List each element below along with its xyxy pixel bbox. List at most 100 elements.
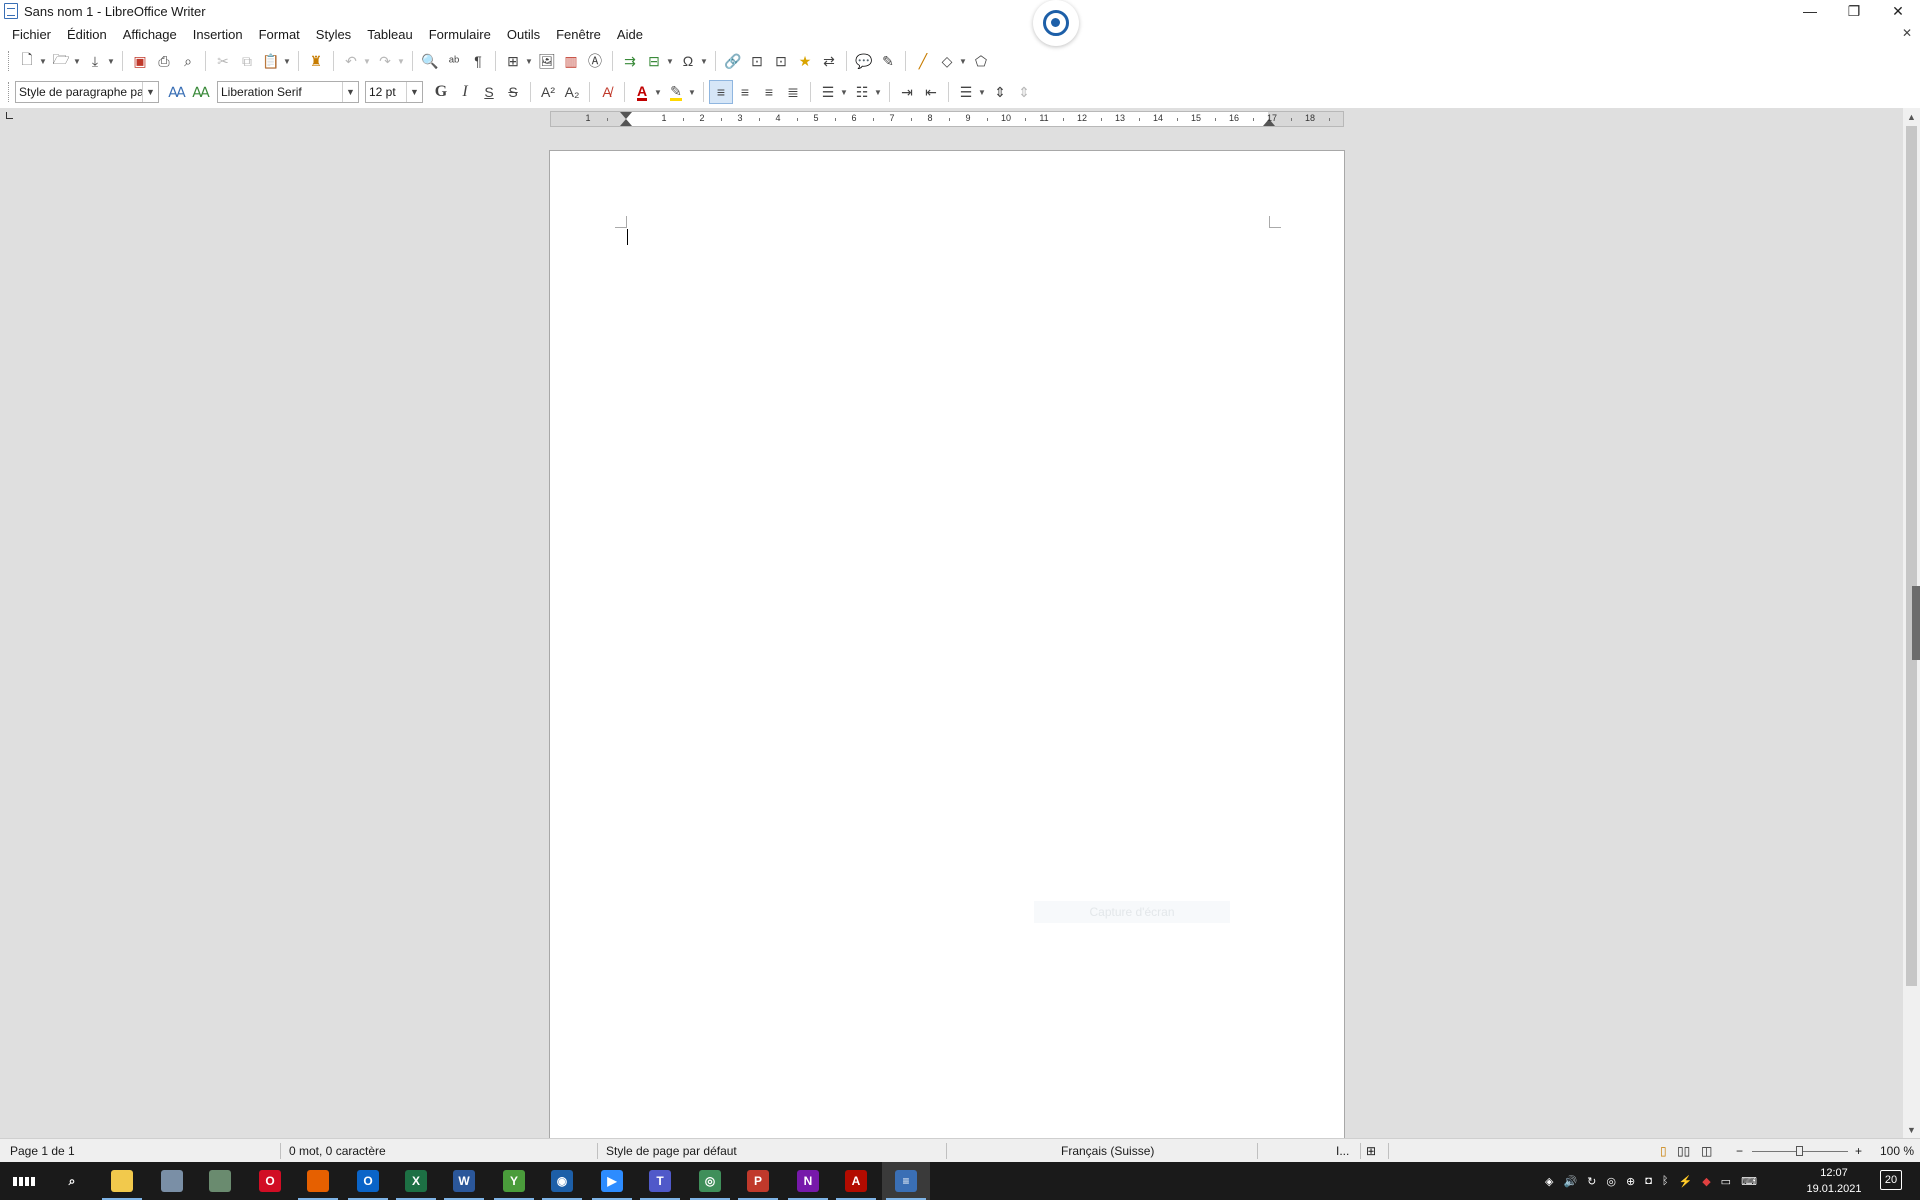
horizontal-ruler[interactable]: 1 1 2 3 4 5 6 7 8 9 10 11 12 13 14 15 16 17 18 bbox=[550, 111, 1344, 127]
open-folder-icon[interactable]: 🗁 bbox=[49, 49, 73, 73]
find-replace-icon[interactable]: 🔍 bbox=[418, 49, 442, 73]
menu-edition[interactable]: Édition bbox=[59, 27, 115, 42]
new-document-icon[interactable]: 🗋 bbox=[15, 49, 39, 73]
book-view-icon[interactable]: ◫ bbox=[1701, 1144, 1712, 1158]
scroll-up-icon[interactable]: ▲ bbox=[1903, 108, 1920, 125]
font-color-icon[interactable]: A bbox=[630, 80, 654, 104]
menu-insertion[interactable]: Insertion bbox=[185, 27, 251, 42]
tray-app-icon[interactable]: ⚡ bbox=[1678, 1175, 1692, 1188]
chevron-down-icon[interactable]: ▼ bbox=[700, 57, 710, 66]
taskbar-app-zoom[interactable]: ▶ bbox=[588, 1162, 636, 1200]
taskbar-app-opera[interactable]: O bbox=[246, 1162, 294, 1200]
taskbar-app-red-doc-app[interactable]: P bbox=[734, 1162, 782, 1200]
menu-format[interactable]: Format bbox=[251, 27, 308, 42]
endnote-icon[interactable]: ⊡ bbox=[769, 49, 793, 73]
chevron-down-icon[interactable]: ▼ bbox=[840, 88, 850, 97]
font-name-select[interactable]: Liberation Serif ▼ bbox=[217, 81, 359, 103]
save-icon[interactable]: ⤓ bbox=[83, 49, 107, 73]
tray-app-icon[interactable]: ⌨ bbox=[1741, 1175, 1757, 1188]
font-size-select[interactable]: 12 pt ▼ bbox=[365, 81, 423, 103]
network-icon[interactable]: ⊕ bbox=[1626, 1175, 1635, 1188]
insert-page-break-icon[interactable]: ⇉ bbox=[618, 49, 642, 73]
zoom-slider-knob[interactable] bbox=[1796, 1146, 1803, 1156]
tray-app-icon[interactable]: ◘ bbox=[1645, 1175, 1652, 1187]
menu-aide[interactable]: Aide bbox=[609, 27, 651, 42]
cut-icon[interactable]: ✂ bbox=[211, 49, 235, 73]
notifications-button[interactable]: 20 bbox=[1880, 1170, 1902, 1190]
scroll-down-icon[interactable]: ▼ bbox=[1903, 1121, 1920, 1138]
close-button[interactable]: ✕ bbox=[1876, 0, 1920, 22]
chevron-down-icon[interactable]: ▼ bbox=[406, 82, 422, 102]
chevron-down-icon[interactable]: ▼ bbox=[39, 57, 49, 66]
comment-icon[interactable]: 💬 bbox=[852, 49, 876, 73]
superscript-icon[interactable]: A² bbox=[536, 80, 560, 104]
draw-functions-icon[interactable]: ⬠ bbox=[969, 49, 993, 73]
justify-icon[interactable]: ≣ bbox=[781, 80, 805, 104]
insert-chart-icon[interactable]: ▥ bbox=[559, 49, 583, 73]
taskbar-app-paint[interactable] bbox=[148, 1162, 196, 1200]
highlight-color-icon[interactable]: ✎ bbox=[664, 80, 688, 104]
taskbar-app-file-explorer[interactable] bbox=[98, 1162, 146, 1200]
undo-icon[interactable]: ↶ bbox=[339, 49, 363, 73]
security-icon[interactable]: ◆ bbox=[1702, 1175, 1710, 1188]
line-icon[interactable]: ╱ bbox=[911, 49, 935, 73]
insert-field-icon[interactable]: ⊟ bbox=[642, 49, 666, 73]
chevron-down-icon[interactable]: ▼ bbox=[342, 82, 358, 102]
chevron-down-icon[interactable]: ▼ bbox=[397, 57, 407, 66]
underline-button[interactable]: S bbox=[477, 80, 501, 104]
chevron-down-icon[interactable]: ▼ bbox=[959, 57, 969, 66]
scroll-thumb[interactable] bbox=[1906, 126, 1917, 986]
taskbar-app-green-app[interactable]: Y bbox=[490, 1162, 538, 1200]
text-language[interactable]: Français (Suisse) bbox=[1061, 1144, 1154, 1158]
taskbar-app-firefox[interactable] bbox=[294, 1162, 342, 1200]
align-left-icon[interactable]: ≡ bbox=[709, 80, 733, 104]
toolbar-grip[interactable] bbox=[8, 82, 11, 102]
first-line-indent-marker[interactable] bbox=[620, 112, 632, 119]
italic-button[interactable]: I bbox=[453, 80, 477, 104]
chevron-down-icon[interactable]: ▼ bbox=[142, 82, 158, 102]
toolbar-grip[interactable] bbox=[8, 51, 11, 71]
increase-paragraph-spacing-icon[interactable]: ⇕ bbox=[988, 80, 1012, 104]
basic-shapes-icon[interactable]: ◇ bbox=[935, 49, 959, 73]
document-page[interactable]: Capture d'écran bbox=[549, 150, 1345, 1140]
tray-app-icon[interactable]: ◎ bbox=[1606, 1175, 1616, 1188]
chevron-down-icon[interactable]: ▼ bbox=[107, 57, 117, 66]
tab-stop-type-icon[interactable] bbox=[6, 112, 13, 119]
page-count[interactable]: Page 1 de 1 bbox=[10, 1144, 75, 1158]
insert-image-icon[interactable]: 🖼 bbox=[535, 49, 559, 73]
bookmark-icon[interactable]: ★ bbox=[793, 49, 817, 73]
menu-styles[interactable]: Styles bbox=[308, 27, 359, 42]
selection-mode-icon[interactable]: ⊞ bbox=[1366, 1144, 1376, 1158]
left-indent-marker[interactable] bbox=[620, 119, 632, 126]
zoom-level[interactable]: 100 % bbox=[1880, 1144, 1914, 1158]
decrease-indent-icon[interactable]: ⇤ bbox=[919, 80, 943, 104]
line-spacing-icon[interactable]: ☰ bbox=[954, 80, 978, 104]
menu-outils[interactable]: Outils bbox=[499, 27, 548, 42]
menu-fenetre[interactable]: Fenêtre bbox=[548, 27, 609, 42]
export-pdf-icon[interactable]: ▣ bbox=[128, 49, 152, 73]
strikethrough-button[interactable]: S bbox=[501, 80, 525, 104]
copy-icon[interactable]: ⧉ bbox=[235, 49, 259, 73]
spelling-icon[interactable]: ᵃᵇ bbox=[442, 49, 466, 73]
volume-icon[interactable]: 🔊 bbox=[1563, 1175, 1577, 1188]
single-page-view-icon[interactable]: ▯ bbox=[1660, 1144, 1667, 1158]
taskbar-app-browser[interactable]: ◎ bbox=[686, 1162, 734, 1200]
paste-icon[interactable]: 📋 bbox=[259, 49, 283, 73]
new-style-icon[interactable]: Ꜳ bbox=[189, 80, 213, 104]
chevron-down-icon[interactable]: ▼ bbox=[874, 88, 884, 97]
redo-icon[interactable]: ↷ bbox=[373, 49, 397, 73]
menu-formulaire[interactable]: Formulaire bbox=[421, 27, 499, 42]
taskbar-app-excel[interactable]: X bbox=[392, 1162, 440, 1200]
taskbar-app-onenote[interactable]: N bbox=[784, 1162, 832, 1200]
paragraph-style-select[interactable]: Style de paragraphe par défaut ▼ bbox=[15, 81, 159, 103]
word-count[interactable]: 0 mot, 0 caractère bbox=[289, 1144, 386, 1158]
minimize-button[interactable]: — bbox=[1788, 0, 1832, 22]
track-changes-icon[interactable]: ✎ bbox=[876, 49, 900, 73]
unordered-list-icon[interactable]: ☰ bbox=[816, 80, 840, 104]
taskbar-app-windows-start[interactable] bbox=[0, 1162, 48, 1200]
print-icon[interactable]: ⎙ bbox=[152, 49, 176, 73]
ordered-list-icon[interactable]: ☷ bbox=[850, 80, 874, 104]
clear-formatting-icon[interactable]: A̸ bbox=[595, 80, 619, 104]
decrease-paragraph-spacing-icon[interactable]: ⇕ bbox=[1012, 80, 1036, 104]
chevron-down-icon[interactable]: ▼ bbox=[666, 57, 676, 66]
